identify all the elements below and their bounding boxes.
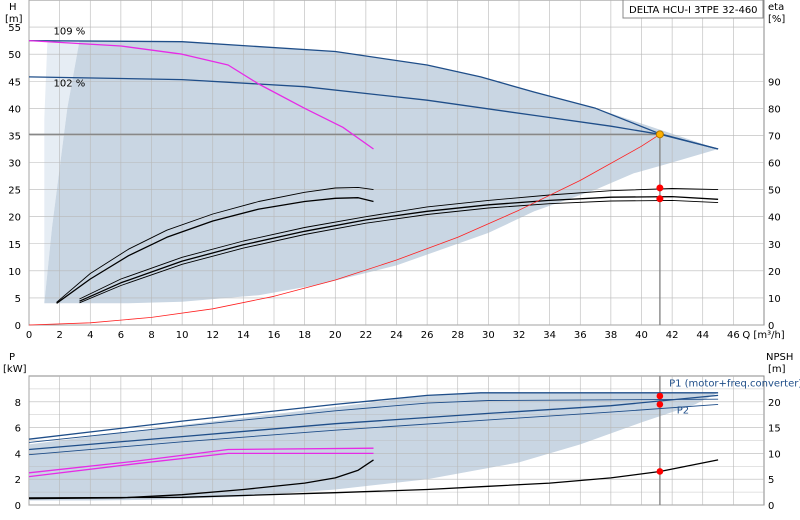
y-tick-label: 35: [8, 131, 21, 142]
x-tick-label: 0: [26, 330, 32, 341]
eta-tick-label: 30: [768, 240, 781, 251]
p-tick-label: 6: [15, 424, 21, 435]
eta-tick-label: 20: [768, 267, 781, 278]
curve-label-p2: P2: [677, 405, 689, 416]
chart-title: DELTA HCU-I 3TPE 32-460: [629, 5, 758, 16]
p-tick-label: 0: [15, 501, 21, 512]
x-tick-label: 40: [635, 330, 648, 341]
eta-tick-label: 50: [768, 186, 781, 197]
p-tick-label: 2: [15, 475, 21, 486]
eta-tick-label: 90: [768, 77, 781, 88]
eta-tick-label: 80: [768, 104, 781, 115]
x-tick-label: 16: [268, 330, 281, 341]
npsh-tick-label: 0: [768, 501, 774, 512]
x-tick-label: 4: [87, 330, 93, 341]
x-tick-label: 24: [390, 330, 403, 341]
x-tick-label: 26: [421, 330, 434, 341]
head-marker-eta-point-1: [656, 184, 664, 192]
x-tick-label: 12: [206, 330, 219, 341]
y-tick-label: 0: [15, 321, 21, 332]
eta-tick-label: 70: [768, 131, 781, 142]
y-axis-name: H: [9, 2, 17, 13]
x-tick-label: 46: [727, 330, 740, 341]
y2-axis-name: eta: [768, 2, 784, 13]
eta-tick-label: 40: [768, 213, 781, 224]
y-tick-label: 5: [15, 294, 21, 305]
p-tick-label: 4: [15, 449, 21, 460]
x-tick-label: 28: [451, 330, 464, 341]
curve-label-p1: P1 (motor+freq.converter): [669, 378, 800, 389]
y2-axis-unit: [%]: [768, 14, 785, 25]
x-tick-label: 2: [56, 330, 62, 341]
x-tick-label: 14: [237, 330, 250, 341]
y-tick-label: 30: [8, 159, 21, 170]
x-tick-label: 32: [513, 330, 526, 341]
x-tick-label: 22: [360, 330, 373, 341]
x-tick-label: 18: [298, 330, 311, 341]
y-axis-unit: [m]: [5, 14, 23, 25]
p-tick-label: 8: [15, 398, 21, 409]
pump-performance-chart: 0 2 4 6 8 10 12 14 16 18 20 22 24 26 28 30 32 34 36 38 40 42 4…: [3, 0, 800, 512]
y-tick-label: 25: [8, 186, 21, 197]
x-tick-label: 38: [605, 330, 618, 341]
y-tick-label: 50: [8, 50, 21, 61]
x-tick-label: 42: [666, 330, 679, 341]
p-axis-name: P: [9, 352, 15, 363]
eta-tick-label: 10: [768, 294, 781, 305]
head-marker-eta-point-2: [656, 195, 664, 203]
eta-tick-label: 60: [768, 159, 781, 170]
npsh-tick-label: 10: [768, 449, 781, 460]
y-tick-label: 15: [8, 240, 21, 251]
x-tick-label: 10: [176, 330, 189, 341]
p-axis-unit: [kW]: [3, 364, 27, 375]
x-tick-label: 8: [148, 330, 154, 341]
y-tick-label: 40: [8, 104, 21, 115]
x-tick-label: 34: [543, 330, 556, 341]
head-marker-duty-point: [655, 130, 664, 139]
power-marker-NPSH-point: [656, 468, 664, 475]
eta-tick-label: 0: [768, 321, 774, 332]
curve-label-102: 102 %: [54, 79, 86, 90]
x-tick-label: 36: [574, 330, 587, 341]
x-tick-label: 44: [696, 330, 709, 341]
y-tick-label: 10: [8, 267, 21, 278]
npsh-tick-label: 20: [768, 398, 781, 409]
x-axis-label: Q [m³/h]: [742, 330, 784, 341]
npsh-axis-unit: [m]: [768, 364, 786, 375]
curve-label-109: 109 %: [54, 27, 86, 38]
power-marker-P1-point: [656, 392, 664, 400]
power-marker-P2-point: [656, 401, 664, 408]
y-tick-label: 45: [8, 77, 21, 88]
x-tick-label: 30: [482, 330, 495, 341]
npsh-tick-label: 15: [768, 424, 781, 435]
y-tick-label: 20: [8, 213, 21, 224]
x-tick-label: 20: [329, 330, 342, 341]
npsh-tick-label: 5: [768, 475, 774, 486]
x-tick-label: 6: [118, 330, 124, 341]
npsh-axis-name: NPSH: [766, 352, 793, 363]
